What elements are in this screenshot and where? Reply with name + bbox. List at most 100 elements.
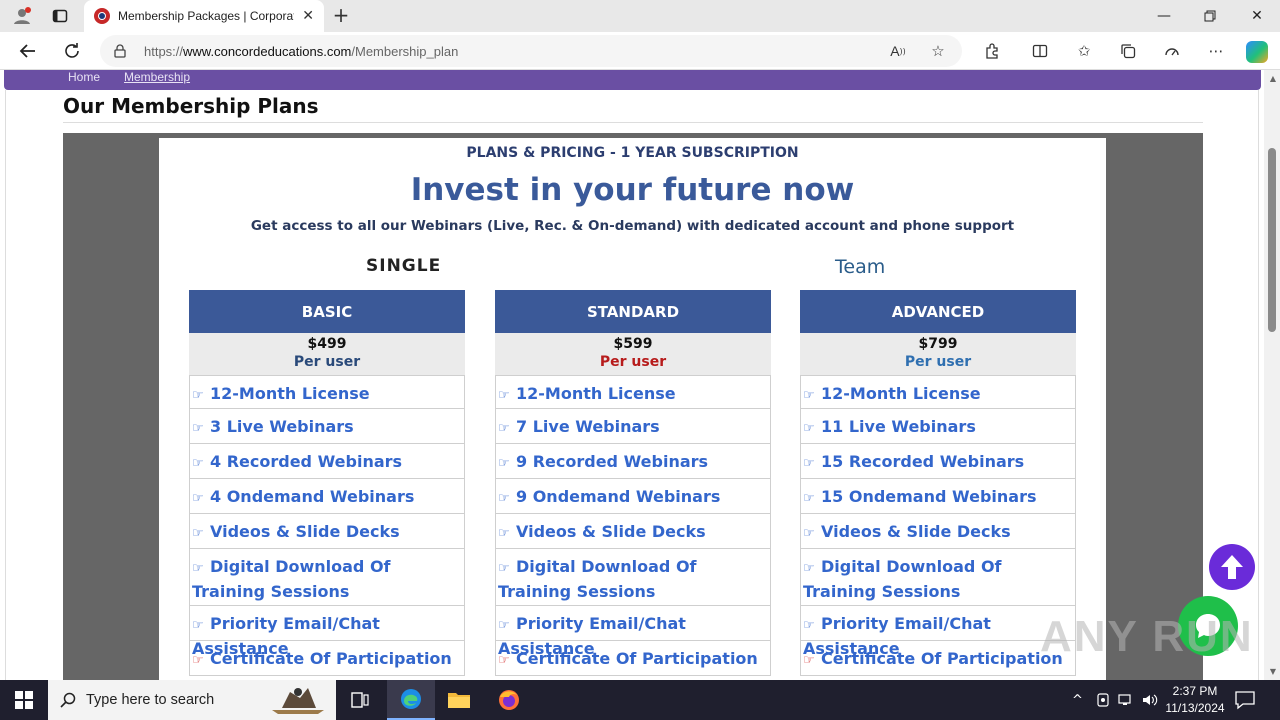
extensions-icon[interactable] bbox=[982, 41, 1002, 61]
feature-label: 9 Recorded Webinars bbox=[516, 452, 709, 471]
meet-now-icon[interactable] bbox=[1096, 680, 1110, 720]
system-clock[interactable]: 2:37 PM 11/13/2024 bbox=[1160, 683, 1230, 717]
split-screen-icon[interactable] bbox=[1030, 41, 1050, 61]
scroll-up-icon[interactable]: ▲ bbox=[1270, 74, 1276, 83]
feature-item: ☞ 12-Month License bbox=[495, 375, 771, 409]
restore-icon[interactable] bbox=[1187, 0, 1233, 32]
scroll-to-top-button[interactable] bbox=[1209, 544, 1255, 590]
scroll-down-icon[interactable]: ▼ bbox=[1270, 667, 1276, 676]
notifications-icon[interactable] bbox=[1234, 690, 1256, 710]
feature-list: ☞ 12-Month License ☞ 7 Live Webinars ☞ 9 Reco… bbox=[495, 375, 771, 676]
feature-label: Videos & Slide Decks bbox=[210, 522, 400, 541]
page-title: Our Membership Plans bbox=[63, 94, 319, 118]
feature-item: ☞ 15 Ondemand Webinars bbox=[800, 479, 1076, 514]
breadcrumb-membership[interactable]: Membership bbox=[124, 70, 190, 84]
feature-label: Videos & Slide Decks bbox=[821, 522, 1011, 541]
feature-label: 12-Month License bbox=[821, 384, 981, 403]
url-prefix: https:// bbox=[144, 43, 184, 59]
feature-label: 12-Month License bbox=[516, 384, 676, 403]
start-button[interactable] bbox=[0, 680, 48, 720]
breadcrumb-home[interactable]: Home bbox=[68, 70, 100, 84]
tab-actions-icon[interactable] bbox=[50, 6, 70, 26]
hand-pointer-icon: ☞ bbox=[192, 653, 204, 668]
feature-item: ☞ 3 Live Webinars bbox=[189, 409, 465, 444]
task-view-icon[interactable] bbox=[336, 680, 384, 720]
plan-price: $499 bbox=[307, 336, 347, 352]
hand-pointer-icon: ☞ bbox=[192, 456, 204, 471]
plan-price-box: $499 Per user bbox=[189, 333, 465, 375]
feature-list: ☞ 12-Month License ☞ 3 Live Webinars ☞ 4 Reco… bbox=[189, 375, 465, 676]
tab-membership[interactable]: Membership Packages | Corporat ✕ bbox=[84, 0, 324, 32]
feature-label: 11 Live Webinars bbox=[821, 417, 976, 436]
feature-item: ☞ Videos & Slide Decks bbox=[189, 514, 465, 549]
profile-icon[interactable] bbox=[12, 6, 32, 26]
favorites-icon[interactable]: ✩ bbox=[1074, 41, 1094, 61]
browser-tab-bar: Membership Packages | Corporat ✕ + — ✕ bbox=[0, 0, 1280, 32]
close-window-icon[interactable]: ✕ bbox=[1234, 0, 1280, 32]
feature-item: ☞ 12-Month License bbox=[800, 375, 1076, 409]
feature-item: ☞ Priority Email/Chat Assistance bbox=[495, 606, 771, 658]
close-tab-icon[interactable]: ✕ bbox=[302, 8, 314, 24]
arrow-up-icon bbox=[1221, 555, 1243, 579]
plan-price-box: $799 Per user bbox=[800, 333, 1076, 375]
feature-item: ☞ Digital Download Of Training Sessions bbox=[800, 549, 1076, 606]
hand-pointer-icon: ☞ bbox=[498, 561, 510, 576]
pricing-title: Invest in your future now bbox=[410, 172, 855, 208]
performance-icon[interactable] bbox=[1162, 41, 1182, 61]
back-icon[interactable] bbox=[17, 40, 39, 62]
feature-item: ☞ Priority Email/Chat Assistance bbox=[189, 606, 465, 658]
hand-pointer-icon: ☞ bbox=[498, 491, 510, 506]
feature-label: Certificate Of Participation bbox=[516, 649, 758, 668]
read-aloud-icon[interactable]: A)) bbox=[888, 41, 908, 61]
plan-price: $599 bbox=[613, 336, 653, 352]
edge-taskbar-icon[interactable] bbox=[387, 680, 435, 720]
hand-pointer-icon: ☞ bbox=[498, 653, 510, 668]
vertical-scrollbar[interactable]: ▲ ▼ bbox=[1264, 70, 1280, 680]
feature-item: ☞ 9 Ondemand Webinars bbox=[495, 479, 771, 514]
plan-per-user: Per user bbox=[599, 354, 667, 370]
hand-pointer-icon: ☞ bbox=[192, 526, 204, 541]
plan-price-box: $599 Per user bbox=[495, 333, 771, 375]
hand-pointer-icon: ☞ bbox=[803, 421, 815, 436]
feature-item: ☞ Certificate Of Participation bbox=[495, 641, 771, 676]
feature-item: ☞ 11 Live Webinars bbox=[800, 409, 1076, 444]
plan-per-user: Per user bbox=[293, 354, 361, 370]
hand-pointer-icon: ☞ bbox=[803, 526, 815, 541]
plan-name[interactable]: STANDARD bbox=[495, 290, 771, 333]
network-icon[interactable] bbox=[1118, 680, 1136, 720]
url-field[interactable]: https://www.concordeducations.com/Member… bbox=[100, 35, 962, 67]
minimize-icon[interactable]: — bbox=[1141, 0, 1187, 32]
plan-name[interactable]: BASIC bbox=[189, 290, 465, 333]
feature-label: 7 Live Webinars bbox=[516, 417, 660, 436]
hand-pointer-icon: ☞ bbox=[803, 561, 815, 576]
hand-pointer-icon: ☞ bbox=[192, 421, 204, 436]
feature-item: ☞ Certificate Of Participation bbox=[800, 641, 1076, 676]
feature-label: 15 Recorded Webinars bbox=[821, 452, 1025, 471]
feature-item: ☞ Videos & Slide Decks bbox=[495, 514, 771, 549]
file-explorer-icon[interactable] bbox=[435, 680, 483, 720]
feature-label: 15 Ondemand Webinars bbox=[821, 487, 1037, 506]
collections-icon[interactable] bbox=[1118, 41, 1138, 61]
hand-pointer-icon: ☞ bbox=[803, 491, 815, 506]
hand-pointer-icon: ☞ bbox=[192, 388, 204, 403]
plan-standard: STANDARD $599 Per user ☞ 12-Month License… bbox=[495, 290, 771, 676]
feature-label: Digital Download Of Training Sessions bbox=[498, 557, 697, 601]
firefox-icon[interactable] bbox=[485, 680, 533, 720]
volume-icon[interactable] bbox=[1142, 680, 1158, 720]
taskbar-search[interactable]: Type here to search bbox=[48, 680, 336, 720]
feature-item: ☞ 15 Recorded Webinars bbox=[800, 444, 1076, 479]
scrollbar-thumb[interactable] bbox=[1268, 148, 1276, 332]
more-options-icon[interactable]: ⋯ bbox=[1206, 41, 1226, 61]
lock-icon[interactable] bbox=[114, 44, 128, 58]
copilot-icon[interactable] bbox=[1246, 41, 1268, 63]
feature-item: ☞ Certificate Of Participation bbox=[189, 641, 465, 676]
favorite-star-icon[interactable]: ☆ bbox=[928, 41, 948, 61]
plan-name[interactable]: ADVANCED bbox=[800, 290, 1076, 333]
feature-label: Certificate Of Participation bbox=[821, 649, 1063, 668]
feature-item: ☞ 4 Ondemand Webinars bbox=[189, 479, 465, 514]
show-hidden-icons[interactable]: ^ bbox=[1072, 680, 1083, 720]
refresh-icon[interactable] bbox=[61, 40, 83, 62]
hand-pointer-icon: ☞ bbox=[803, 653, 815, 668]
new-tab-icon[interactable]: + bbox=[330, 4, 352, 26]
url-text: https://www.concordeducations.com/Member… bbox=[144, 44, 458, 59]
